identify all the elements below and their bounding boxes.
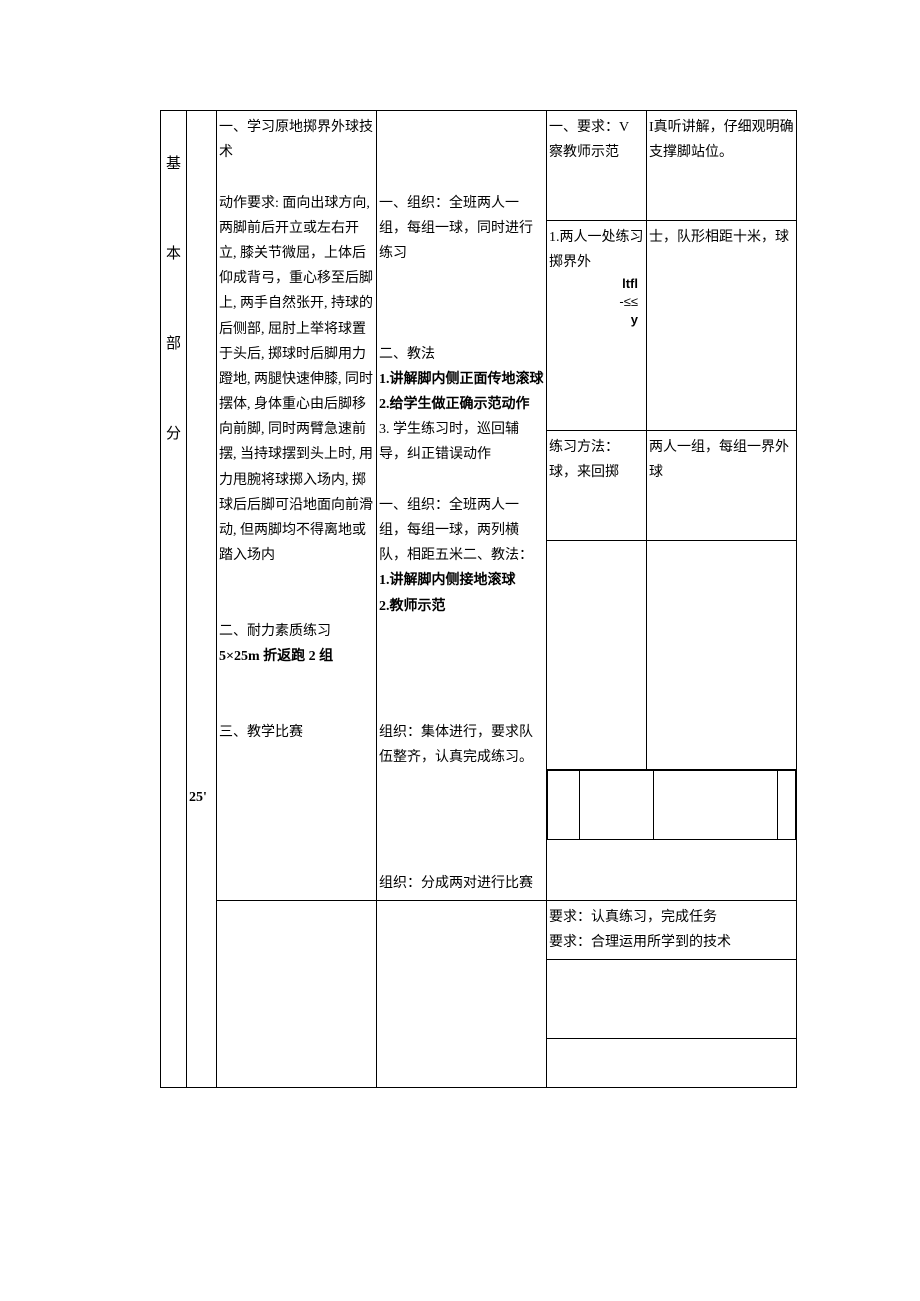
action-req-body: 面向出球方向, 两脚前后开立或左右开立, 膝关节微屈，上体后仰成背弓，重心移至后… [219,196,373,564]
method-m3: 一、组织：全班两人一组，每组一球，两列横队，相距五米二、教法： [379,493,544,569]
right-spare-1 [547,960,797,1039]
right-pr1: 1.两人一处练习掷界外 [549,230,644,270]
right-empty-2 [647,540,797,769]
content-item1-title: 一、学习原地掷界外球技术 [219,115,374,165]
right-practice-right: 士，队形相距十米，球 [647,220,797,430]
section-char: 部 [166,336,181,352]
nested-row [547,769,797,900]
method-m1: 一、组织：全班两人一组，每组一球，同时进行练习 [379,191,544,267]
method-m2-3: 3. 学生练习时，巡回辅导，纠正错误动作 [379,417,544,467]
practice-method-right: 两人一组，每组一界外球 [647,431,797,541]
content-item1-body: 动作要求: 面向出球方向, 两脚前后开立或左右开立, 膝关节微屈，上体后仰成背弓… [219,191,374,569]
method-m2-2: 2.给学生做正确示范动作 [379,392,544,417]
content-item3-title: 三、教学比赛 [219,720,374,745]
method-lower [377,900,547,1087]
method-m4: 组织：集体进行，要求队伍整齐，认真完成练习。 [379,720,544,770]
nested-c2 [580,770,653,839]
method-m2-1: 1.讲解脚内侧正面传地滚球 [379,367,544,392]
right-r1: 一、要求：V 察教师示范 [547,111,647,221]
requirements: 要求：认真练习，完成任务 要求：合理运用所学到的技术 [547,900,797,959]
nested-c1 [548,770,580,839]
content-item2-body: 5×25m 折返跑 2 组 [219,644,374,669]
right-r1-note: 察教师示范 [549,145,619,160]
dia-2: -≤≤ [619,294,638,309]
content-lower [217,900,377,1087]
req1: 要求：认真练习，完成任务 [549,905,794,930]
nested-c3 [653,770,777,839]
lesson-plan-table: 基 本 部 分 25' 一、学习原地掷界外球技术 动作要求: 面向出球方向, 两… [160,110,797,1088]
method-m2-title: 二、教法 [379,342,544,367]
method-m3-2: 2.教师示范 [379,594,544,619]
right-r2: I真听讲解，仔细观明确支撑脚站位。 [647,111,797,221]
method-m3-1: 1.讲解脚内侧接地滚球 [379,568,544,593]
action-req-label: 动作要求: [219,196,279,211]
section-char: 本 [166,246,181,262]
content-item2-title: 二、耐力素质练习 [219,619,374,644]
method-cell: 一、组织：全班两人一组，每组一球，同时进行练习 二、教法 1.讲解脚内侧正面传地… [377,111,547,901]
time-value: 25' [189,790,207,805]
dia-3: y [631,312,638,327]
section-char: 基 [166,156,181,172]
right-empty-1 [547,540,647,769]
section-char: 分 [166,426,181,442]
section-label: 基 本 部 分 [161,111,187,1088]
dia-1: ltfl [622,276,638,291]
method-m5: 组织：分成两对进行比赛 [379,871,544,896]
diagram: ltfl -≤≤ y [549,275,644,330]
right-practice-left: 1.两人一处练习掷界外 ltfl -≤≤ y [547,220,647,430]
time-cell: 25' [187,111,217,1088]
practice-method-left: 练习方法：球，来回掷 [547,431,647,541]
content-cell: 一、学习原地掷界外球技术 动作要求: 面向出球方向, 两脚前后开立或左右开立, … [217,111,377,901]
req2: 要求：合理运用所学到的技术 [549,930,794,955]
right-spare-2 [547,1039,797,1088]
nested-c4 [777,770,795,839]
right-r1-text: 一、要求：V [549,120,629,135]
